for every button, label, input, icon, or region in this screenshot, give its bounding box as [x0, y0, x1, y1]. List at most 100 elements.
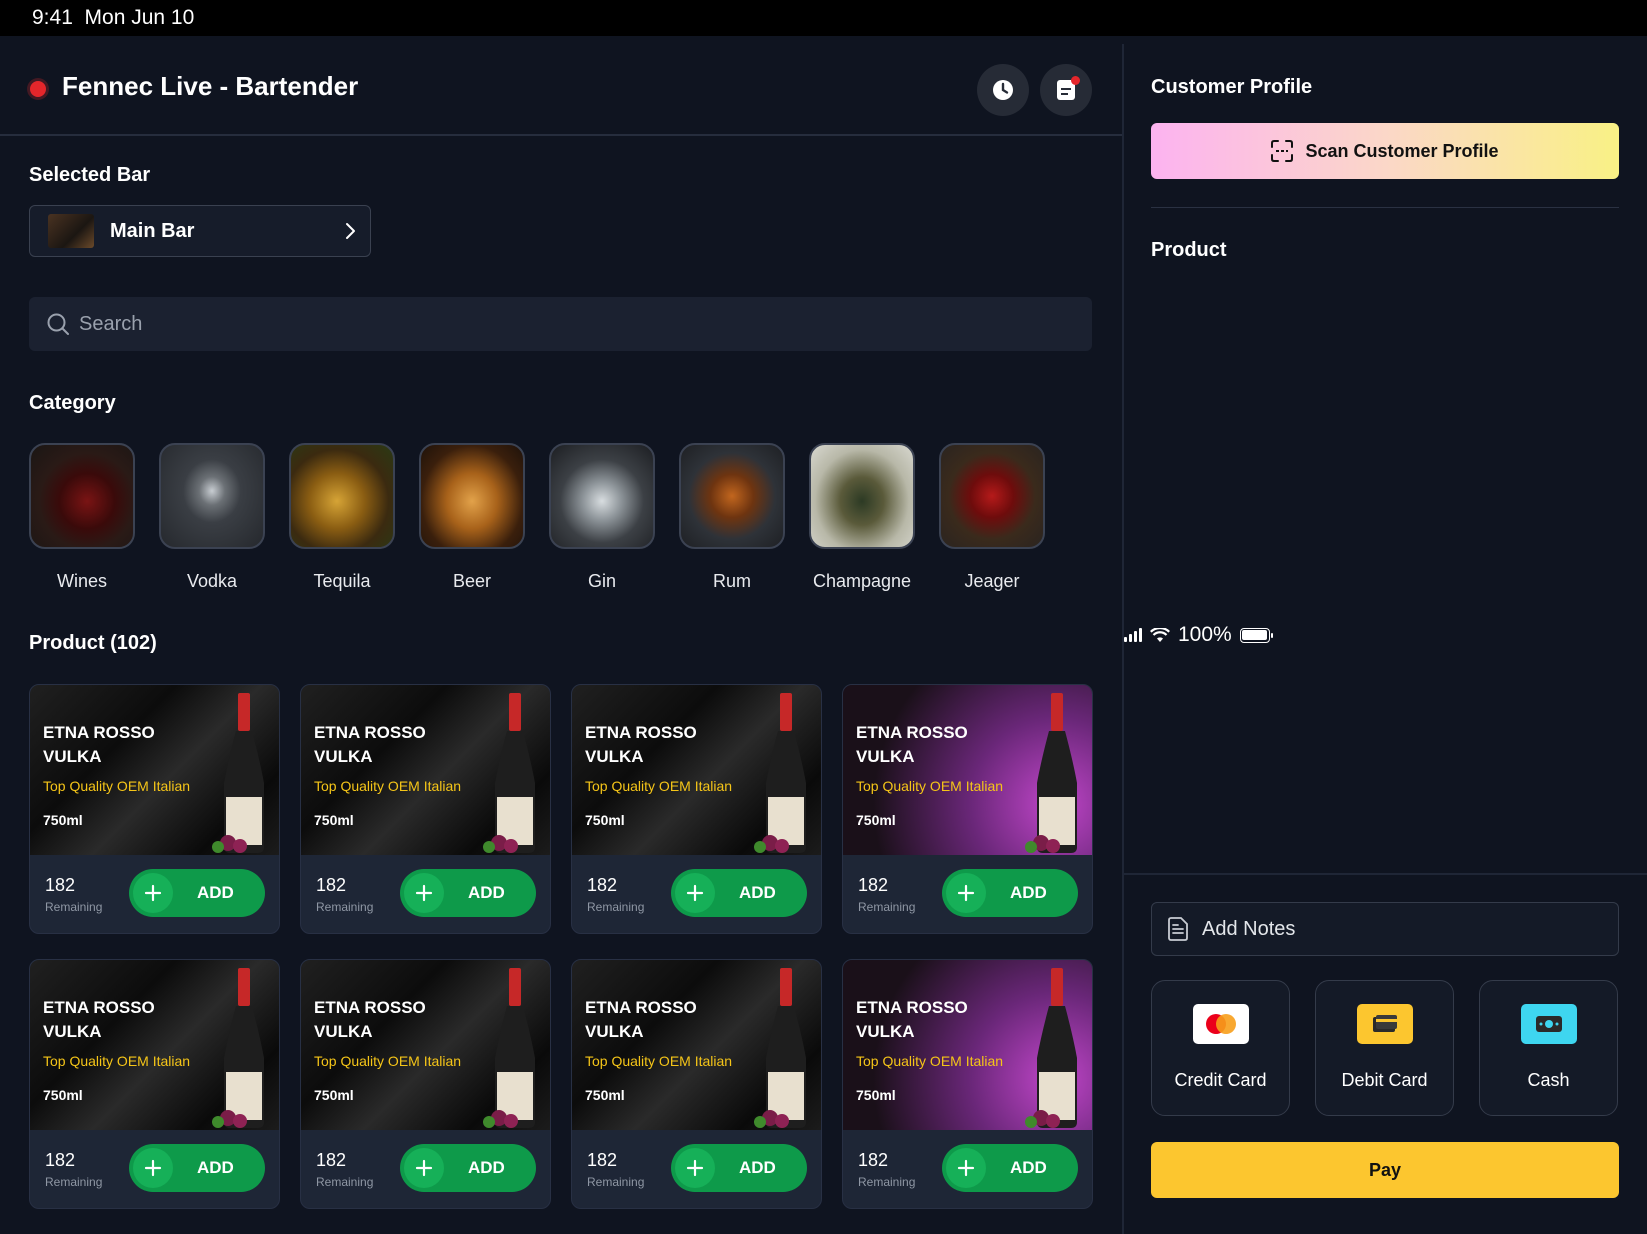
status-bar: 9:41 Mon Jun 10 100%: [0, 0, 1647, 646]
add-button[interactable]: ADD: [400, 1144, 536, 1192]
add-label: ADD: [739, 1158, 776, 1177]
product-name: ETNA ROSSO VULKA: [856, 998, 968, 1041]
category-label-rum: Rum: [712, 571, 751, 591]
pay-button-label: Pay: [1368, 1159, 1402, 1180]
wine-bottle-icon: [754, 968, 806, 1128]
wine-bottle-icon: [483, 968, 535, 1128]
payment-label-credit-card: Credit Card: [1174, 1070, 1267, 1090]
stock-count: 182: [316, 875, 347, 895]
product-card[interactable]: ETNA ROSSO VULKA Top Quality OEM Italian…: [571, 959, 822, 1209]
payment-credit-card[interactable]: Credit Card: [1151, 980, 1290, 1116]
product-card[interactable]: ETNA ROSSO VULKA Top Quality OEM Italian…: [300, 684, 551, 934]
product-size: 750ml: [585, 1087, 625, 1103]
pay-button[interactable]: Pay: [1151, 1142, 1619, 1198]
stock-label: Remaining: [45, 900, 103, 914]
wine-bottle-icon: [212, 693, 264, 853]
add-label: ADD: [468, 883, 505, 902]
add-label: ADD: [739, 883, 776, 902]
payment-label-debit-card: Debit Card: [1341, 1070, 1428, 1090]
notification-dot: [1071, 76, 1080, 85]
category-wines[interactable]: Wines: [29, 443, 135, 592]
category-label-wines: Wines: [56, 571, 107, 591]
main-panel: Fennec Live - Bartender Selected Bar Mai…: [0, 36, 1122, 1234]
product-name: ETNA ROSSO VULKA: [585, 998, 697, 1041]
stock-count: 182: [45, 875, 76, 895]
add-label: ADD: [468, 1158, 505, 1177]
selected-bar-label: Selected Bar: [29, 164, 151, 186]
stock-count: 182: [858, 875, 889, 895]
plus-icon: [404, 1148, 444, 1188]
live-indicator-dot: [30, 81, 46, 97]
plus-icon: [946, 1148, 986, 1188]
category-label-vodka: Vodka: [186, 571, 238, 591]
product-card[interactable]: ETNA ROSSO VULKA Top Quality OEM Italian…: [29, 684, 280, 934]
app-header: Fennec Live - Bartender: [0, 36, 1122, 136]
product-count-label: Product (102): [29, 632, 157, 654]
plus-icon: [675, 1148, 715, 1188]
product-card[interactable]: ETNA ROSSO VULKA Top Quality OEM Italian…: [300, 959, 551, 1209]
bar-selector[interactable]: Main Bar: [29, 205, 371, 257]
category-champagne[interactable]: Champagne: [809, 443, 915, 592]
add-notes-field[interactable]: Add Notes: [1151, 902, 1619, 956]
wine-bottle-icon: [483, 693, 535, 853]
stock-label: Remaining: [587, 1175, 645, 1189]
product-tagline: Top Quality OEM Italian: [314, 778, 462, 794]
product-card[interactable]: ETNA ROSSO VULKA Top Quality OEM Italian…: [571, 684, 822, 934]
category-gin[interactable]: Gin: [549, 443, 655, 592]
add-button[interactable]: ADD: [129, 869, 265, 917]
orders-button[interactable]: [1040, 64, 1092, 116]
stock-count: 182: [858, 1150, 889, 1170]
scan-customer-profile-button[interactable]: Scan Customer Profile: [1151, 123, 1619, 179]
product-size: 750ml: [856, 812, 896, 828]
credit-card-icon: [1192, 1004, 1249, 1044]
add-button[interactable]: ADD: [671, 1144, 807, 1192]
add-label: ADD: [1010, 1158, 1047, 1177]
wine-bottle-icon: [1025, 693, 1077, 853]
rum-image: [679, 443, 785, 549]
product-tagline: Top Quality OEM Italian: [856, 778, 1004, 794]
app-title: Fennec Live - Bartender: [62, 71, 359, 101]
stock-count: 182: [587, 1150, 618, 1170]
add-label: ADD: [197, 1158, 234, 1177]
category-label-jeager: Jeager: [964, 571, 1020, 591]
product-card[interactable]: ETNA ROSSO VULKA Top Quality OEM Italian…: [842, 684, 1093, 934]
category-tequila[interactable]: Tequila: [289, 443, 395, 592]
product-size: 750ml: [43, 812, 83, 828]
gin-image: [549, 443, 655, 549]
add-button[interactable]: ADD: [400, 869, 536, 917]
search-input[interactable]: Search: [29, 297, 1092, 351]
stock-label: Remaining: [858, 900, 916, 914]
category-rum[interactable]: Rum: [679, 443, 785, 592]
add-button[interactable]: ADD: [942, 1144, 1078, 1192]
add-button[interactable]: ADD: [942, 869, 1078, 917]
payment-debit-card[interactable]: Debit Card: [1315, 980, 1454, 1116]
wines-image: [29, 443, 135, 549]
beer-image: [419, 443, 525, 549]
category-vodka[interactable]: Vodka: [159, 443, 265, 592]
champagne-image: [809, 443, 915, 549]
product-tagline: Top Quality OEM Italian: [856, 1053, 1004, 1069]
divider: [1124, 873, 1647, 875]
category-beer[interactable]: Beer: [419, 443, 525, 592]
product-size: 750ml: [314, 812, 354, 828]
vodka-image: [159, 443, 265, 549]
payment-cash[interactable]: Cash: [1479, 980, 1618, 1116]
product-name: ETNA ROSSO VULKA: [585, 723, 697, 766]
status-time-date: 9:41 Mon Jun 10: [32, 6, 194, 30]
history-button[interactable]: [977, 64, 1029, 116]
product-card[interactable]: ETNA ROSSO VULKA Top Quality OEM Italian…: [29, 959, 280, 1209]
wine-bottle-icon: [1025, 968, 1077, 1128]
cash-icon: [1520, 1004, 1577, 1044]
stock-count: 182: [45, 1150, 76, 1170]
add-button[interactable]: ADD: [129, 1144, 265, 1192]
category-label-beer: Beer: [452, 571, 492, 591]
product-name: ETNA ROSSO VULKA: [856, 723, 968, 766]
cart-product-title: Product: [1151, 239, 1227, 261]
add-button[interactable]: ADD: [671, 869, 807, 917]
product-card[interactable]: ETNA ROSSO VULKA Top Quality OEM Italian…: [842, 959, 1093, 1209]
stock-label: Remaining: [316, 900, 374, 914]
debit-card-icon: [1356, 1004, 1413, 1044]
tequila-image: [289, 443, 395, 549]
category-jeager[interactable]: Jeager: [939, 443, 1045, 592]
stock-count: 182: [587, 875, 618, 895]
